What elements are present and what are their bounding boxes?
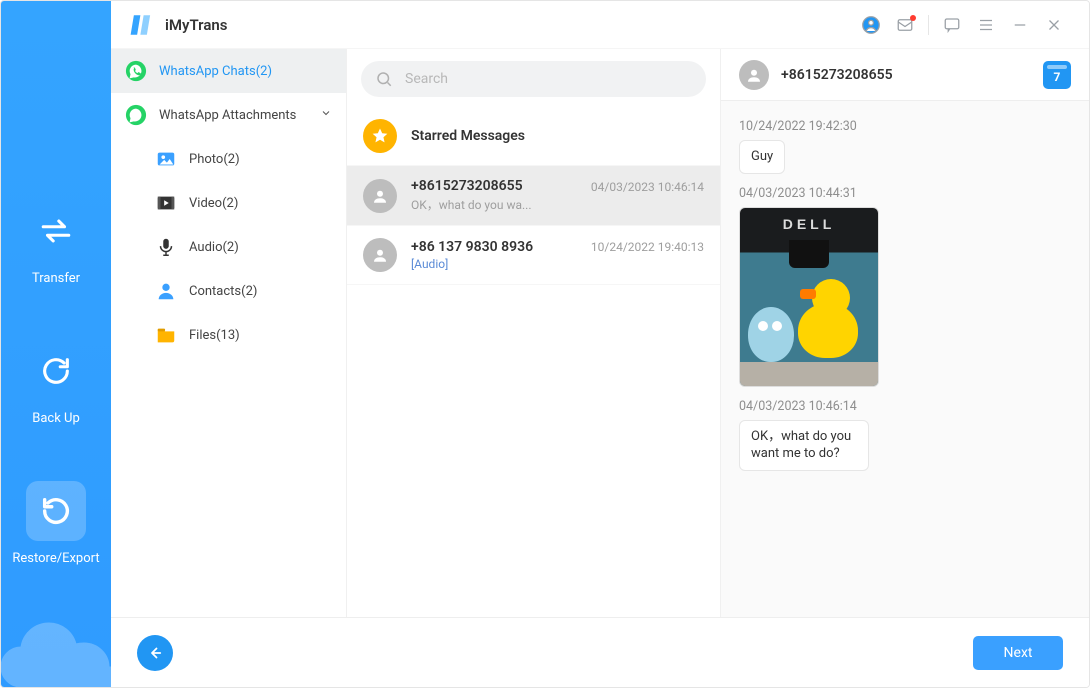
message-image[interactable]: DELL xyxy=(739,207,879,387)
tree-video[interactable]: Video(2) xyxy=(111,181,346,225)
whatsapp-icon xyxy=(125,104,147,126)
account-icon[interactable] xyxy=(854,8,888,42)
tree-audio[interactable]: Audio(2) xyxy=(111,225,346,269)
tree-label: Contacts(2) xyxy=(189,284,257,299)
tree-whatsapp-attachments[interactable]: WhatsApp Attachments xyxy=(111,93,346,137)
backup-icon xyxy=(39,354,73,388)
rail-item-restore-export[interactable]: Restore/Export xyxy=(12,481,99,566)
inbox-icon[interactable] xyxy=(888,8,922,42)
logo-icon xyxy=(129,12,155,38)
chat-title: +86 137 9830 8936 xyxy=(411,239,577,255)
app-name: iMyTrans xyxy=(165,16,227,34)
minimize-button[interactable] xyxy=(1003,8,1037,42)
arrow-left-icon xyxy=(146,644,164,662)
conversation-header: +8615273208655 7 xyxy=(721,49,1089,101)
rail-item-transfer[interactable]: Transfer xyxy=(26,201,86,286)
transfer-icon xyxy=(39,214,73,248)
next-button[interactable]: Next xyxy=(973,636,1063,670)
search-field[interactable] xyxy=(361,61,706,97)
next-button-label: Next xyxy=(1004,645,1033,661)
rail-item-backup[interactable]: Back Up xyxy=(26,341,86,426)
tree-label: Photo(2) xyxy=(189,152,240,167)
rail-label: Back Up xyxy=(32,411,80,426)
tree-whatsapp-chats[interactable]: WhatsApp Chats(2) xyxy=(111,49,346,93)
category-tree: WhatsApp Chats(2) WhatsApp Attachments P… xyxy=(111,49,346,617)
left-rail: Transfer Back Up Restore/Export xyxy=(1,1,111,687)
conversation-contact: +8615273208655 xyxy=(781,67,893,83)
tree-photo[interactable]: Photo(2) xyxy=(111,137,346,181)
back-button[interactable] xyxy=(137,635,173,671)
chat-title: +8615273208655 xyxy=(411,178,577,194)
tree-label: Audio(2) xyxy=(189,240,239,255)
files-icon xyxy=(155,324,177,346)
whatsapp-icon xyxy=(125,60,147,82)
star-icon xyxy=(363,119,397,153)
search-input[interactable] xyxy=(403,70,692,88)
tree-contacts[interactable]: Contacts(2) xyxy=(111,269,346,313)
tree-label: WhatsApp Chats(2) xyxy=(159,64,272,79)
chat-preview: OK，what do you wa... xyxy=(411,196,577,213)
chat-row[interactable]: +8615273208655 OK，what do you wa... 04/0… xyxy=(347,166,720,226)
tree-label: Video(2) xyxy=(189,196,238,211)
search-icon xyxy=(375,70,393,88)
chat-preview: [Audio] xyxy=(411,257,577,271)
footer-bar: Next xyxy=(111,617,1089,687)
contacts-icon xyxy=(155,280,177,302)
cloud-decoration xyxy=(1,617,111,687)
tree-files[interactable]: Files(13) xyxy=(111,313,346,357)
rail-label: Transfer xyxy=(32,271,80,286)
chat-time: 04/03/2023 10:46:14 xyxy=(591,180,704,194)
message-timestamp: 04/03/2023 10:46:14 xyxy=(739,399,1071,414)
tree-label: WhatsApp Attachments xyxy=(159,108,296,123)
video-icon xyxy=(155,192,177,214)
avatar-icon xyxy=(739,60,769,90)
menu-icon[interactable] xyxy=(969,8,1003,42)
chat-row[interactable]: +86 137 9830 8936 [Audio] 10/24/2022 19:… xyxy=(347,226,720,285)
message-list[interactable]: 10/24/2022 19:42:30 Guy 04/03/2023 10:44… xyxy=(721,101,1089,617)
restore-icon xyxy=(39,494,73,528)
rail-label: Restore/Export xyxy=(12,551,99,566)
audio-icon xyxy=(155,236,177,258)
avatar-icon xyxy=(363,179,397,213)
tree-label: Files(13) xyxy=(189,328,240,343)
feedback-icon[interactable] xyxy=(935,8,969,42)
calendar-day: 7 xyxy=(1054,70,1061,84)
photo-icon xyxy=(155,148,177,170)
title-bar: iMyTrans xyxy=(111,1,1089,49)
chat-time: 10/24/2022 19:40:13 xyxy=(591,240,704,254)
avatar-icon xyxy=(363,238,397,272)
starred-messages-row[interactable]: Starred Messages xyxy=(347,107,720,166)
conversation-pane: +8615273208655 7 10/24/2022 19:42:30 Guy… xyxy=(721,49,1089,617)
chat-list-pane: Starred Messages +8615273208655 OK，what … xyxy=(346,49,721,617)
app-logo: iMyTrans xyxy=(129,12,227,38)
message-timestamp: 04/03/2023 10:44:31 xyxy=(739,186,1071,201)
close-button[interactable] xyxy=(1037,8,1071,42)
chevron-down-icon xyxy=(320,107,332,123)
message-bubble: Guy xyxy=(739,140,785,174)
calendar-button[interactable]: 7 xyxy=(1043,61,1071,89)
message-timestamp: 10/24/2022 19:42:30 xyxy=(739,119,1071,134)
main-area: iMyTrans xyxy=(111,1,1089,687)
message-bubble: OK，what do you want me to do? xyxy=(739,420,869,471)
starred-title: Starred Messages xyxy=(411,128,704,144)
